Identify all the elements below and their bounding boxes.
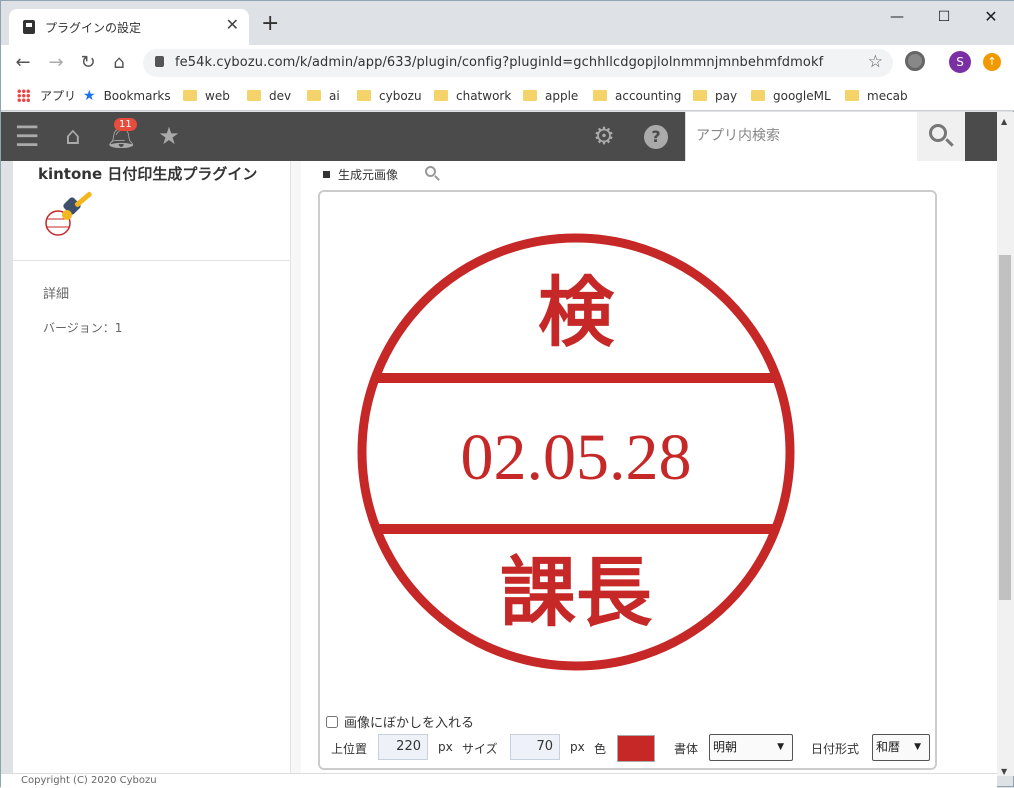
bookmark-folder[interactable]: chatwork bbox=[434, 87, 511, 105]
update-icon[interactable]: ↑ bbox=[983, 53, 1001, 71]
color-label: 色 bbox=[594, 742, 607, 756]
font-label: 書体 bbox=[674, 742, 699, 756]
date-format-label: 日付形式 bbox=[811, 742, 860, 756]
star-icon: ★ bbox=[83, 88, 96, 104]
folder-icon bbox=[751, 90, 765, 101]
address-bar[interactable]: fe54k.cybozu.com/k/admin/app/633/plugin/… bbox=[143, 49, 893, 77]
stamp-upper-bar bbox=[366, 373, 786, 383]
size-input[interactable]: 70 bbox=[510, 734, 560, 760]
profile-avatar[interactable]: S bbox=[949, 51, 971, 73]
app-search-input[interactable] bbox=[686, 112, 906, 159]
bookmark-apps[interactable]: アプリ bbox=[17, 87, 76, 105]
apps-grid-icon bbox=[17, 89, 30, 102]
bookmark-bookmarks[interactable]: ★ Bookmarks bbox=[83, 87, 171, 105]
extension-gear-icon[interactable] bbox=[905, 51, 925, 71]
folder-icon bbox=[247, 90, 261, 101]
page-scrollbar[interactable]: ▲ ▼ bbox=[997, 112, 1014, 776]
font-select[interactable]: 明朝 ▼ bbox=[709, 734, 793, 761]
scroll-down-icon[interactable]: ▼ bbox=[1001, 767, 1007, 776]
date-stamp-image: 検 02.05.28 課長 bbox=[357, 233, 795, 671]
search-button[interactable] bbox=[917, 112, 965, 161]
blur-option: 画像にぼかしを入れる bbox=[326, 712, 474, 731]
folder-icon bbox=[523, 90, 537, 101]
bookmark-folder[interactable]: cybozu bbox=[357, 87, 422, 105]
divider bbox=[13, 260, 291, 261]
folder-icon bbox=[357, 90, 371, 101]
bullet-square-icon bbox=[323, 171, 330, 178]
stamp-bottom-text: 課長 bbox=[500, 548, 653, 637]
folder-icon bbox=[845, 90, 859, 101]
url-text: fe54k.cybozu.com/k/admin/app/633/plugin/… bbox=[175, 55, 824, 70]
tab-strip: プラグインの設定 ✕ + — ☐ ✕ bbox=[1, 1, 1014, 45]
help-icon[interactable]: ? bbox=[636, 112, 676, 161]
browser-window: プラグインの設定 ✕ + — ☐ ✕ ← → ↻ ⌂ fe54k.cybozu.… bbox=[0, 0, 1014, 788]
dropdown-arrow-icon: ▼ bbox=[914, 742, 921, 752]
bookmark-folder[interactable]: googleML bbox=[751, 87, 831, 105]
lock-icon bbox=[155, 56, 164, 67]
stamp-date-text: 02.05.28 bbox=[461, 421, 692, 494]
stamp-preview-panel: 検 02.05.28 課長 画像にぼかしを入れる 上位置 220 px サイズ … bbox=[318, 190, 937, 770]
stamp-lower-bar bbox=[366, 524, 786, 534]
tab-title: プラグインの設定 bbox=[45, 21, 142, 35]
scroll-up-icon[interactable]: ▲ bbox=[1001, 117, 1007, 126]
bookmark-folder[interactable]: dev bbox=[247, 87, 291, 105]
copyright-footer: Copyright (C) 2020 Cybozu bbox=[1, 773, 997, 788]
menu-icon[interactable]: ☰ bbox=[7, 112, 47, 161]
bookmark-folder[interactable]: web bbox=[183, 87, 230, 105]
bookmark-folder[interactable]: pay bbox=[693, 87, 737, 105]
home-button[interactable]: ⌂ bbox=[107, 51, 131, 75]
forward-button[interactable]: → bbox=[44, 51, 68, 75]
folder-icon bbox=[693, 90, 707, 101]
plugin-config-content: kintone 日付印生成プラグイン 詳細 バージョン：1 生成元画像 検 02… bbox=[13, 161, 997, 773]
back-button[interactable]: ← bbox=[11, 51, 35, 75]
position-input[interactable]: 220 bbox=[378, 734, 428, 760]
plugin-info-panel: kintone 日付印生成プラグイン 詳細 バージョン：1 bbox=[13, 161, 291, 773]
home-icon[interactable]: ⌂ bbox=[53, 112, 93, 161]
new-tab-button[interactable]: + bbox=[261, 13, 279, 35]
close-window-button[interactable]: ✕ bbox=[968, 5, 1014, 29]
date-format-select[interactable]: 和暦 ▼ bbox=[872, 734, 930, 761]
size-unit: px bbox=[570, 740, 585, 754]
kintone-favicon-icon bbox=[23, 20, 35, 34]
date-stamp-plugin-icon bbox=[45, 191, 92, 236]
position-label: 上位置 bbox=[331, 742, 368, 756]
favorites-star-icon[interactable]: ★ bbox=[149, 112, 189, 161]
app-search-box bbox=[685, 112, 917, 161]
notification-badge: 11 bbox=[114, 118, 137, 131]
folder-icon bbox=[183, 90, 197, 101]
blur-checkbox[interactable] bbox=[326, 716, 338, 728]
settings-gear-icon[interactable]: ⚙ bbox=[584, 112, 624, 161]
search-icon bbox=[929, 124, 947, 142]
color-picker[interactable] bbox=[617, 735, 655, 762]
reload-button[interactable]: ↻ bbox=[76, 51, 100, 75]
version-label: バージョン：1 bbox=[43, 321, 123, 335]
magnifier-icon[interactable] bbox=[425, 166, 441, 182]
folder-icon bbox=[593, 90, 607, 101]
bookmark-folder[interactable]: accounting bbox=[593, 87, 681, 105]
folder-icon bbox=[307, 90, 321, 101]
dropdown-arrow-icon: ▼ bbox=[777, 742, 784, 752]
source-image-label: 生成元画像 bbox=[323, 166, 398, 183]
bookmark-star-icon[interactable]: ☆ bbox=[868, 52, 883, 72]
close-tab-icon[interactable]: ✕ bbox=[226, 15, 239, 34]
folder-icon bbox=[434, 90, 448, 101]
position-unit: px bbox=[438, 740, 453, 754]
browser-toolbar: ← → ↻ ⌂ fe54k.cybozu.com/k/admin/app/633… bbox=[1, 45, 1014, 81]
details-label: 詳細 bbox=[43, 287, 70, 302]
size-label: サイズ bbox=[462, 742, 498, 756]
maximize-button[interactable]: ☐ bbox=[921, 5, 967, 29]
stamp-top-text: 検 bbox=[538, 268, 615, 357]
bookmark-folder[interactable]: mecab bbox=[845, 87, 908, 105]
browser-tab[interactable]: プラグインの設定 ✕ bbox=[9, 9, 249, 45]
plugin-title: kintone 日付印生成プラグイン bbox=[38, 165, 258, 183]
bookmark-folder[interactable]: apple bbox=[523, 87, 578, 105]
scrollbar-thumb[interactable] bbox=[999, 255, 1011, 600]
bookmark-folder[interactable]: ai bbox=[307, 87, 340, 105]
bookmarks-bar: アプリ ★ Bookmarks web dev ai cybozu chatwor… bbox=[1, 81, 1014, 111]
minimize-button[interactable]: — bbox=[874, 5, 920, 29]
